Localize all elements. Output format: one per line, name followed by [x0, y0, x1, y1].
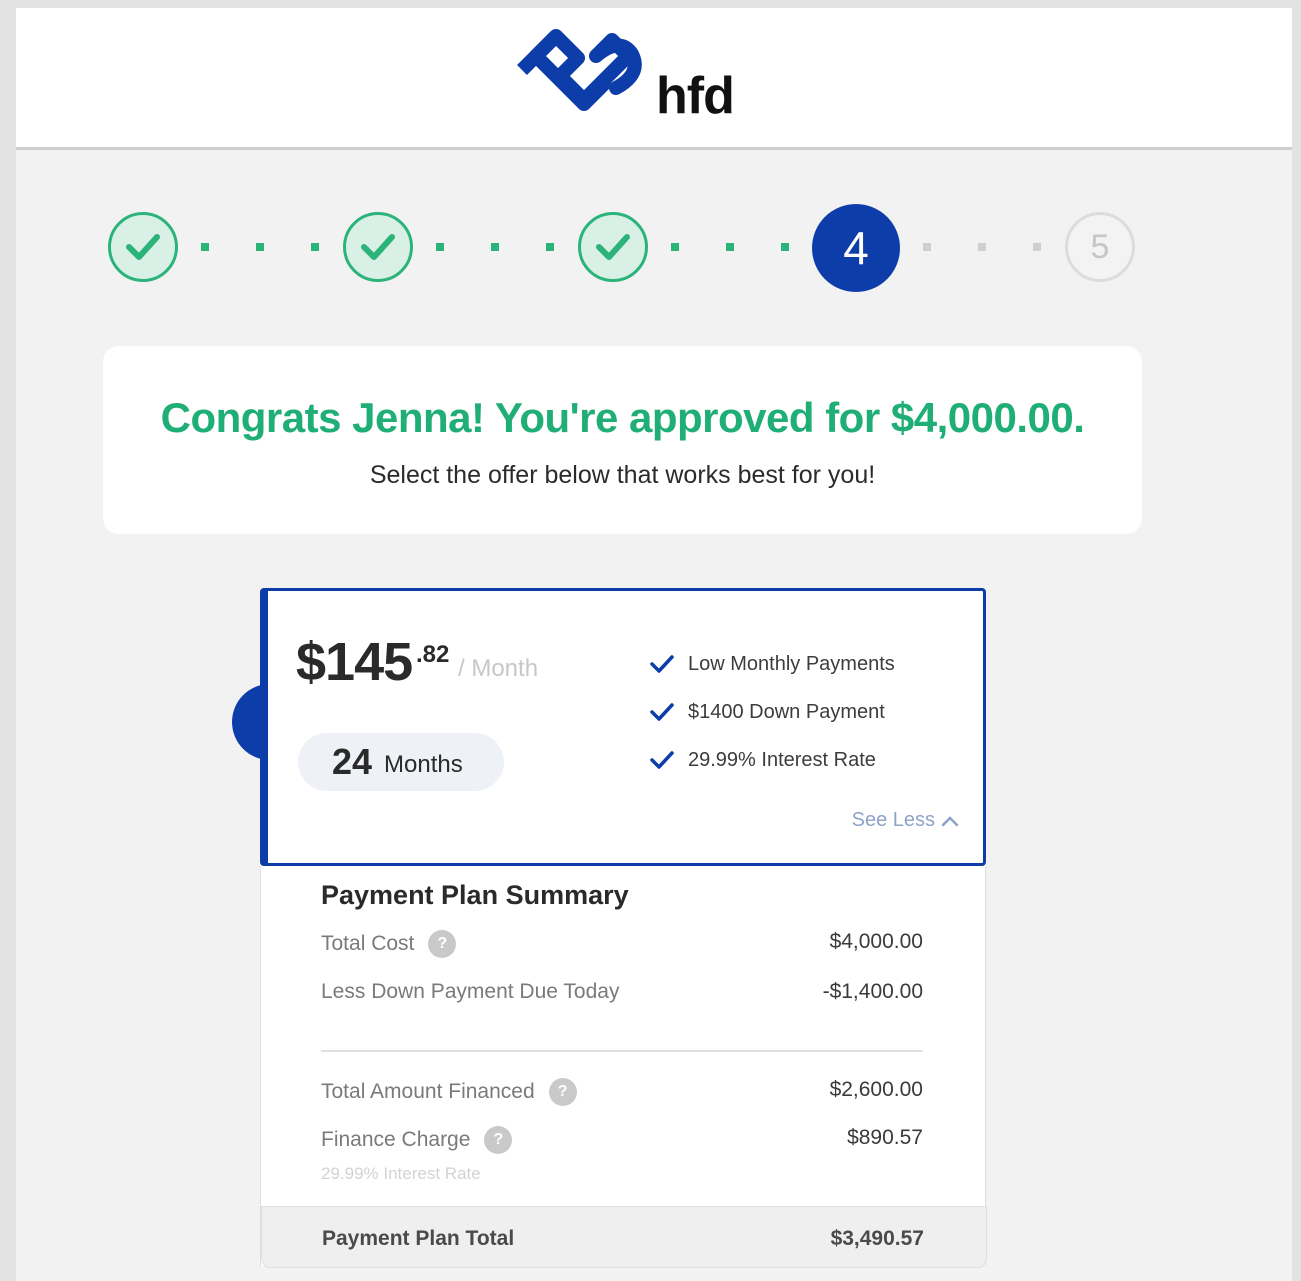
step-connector-dot: [978, 243, 986, 251]
step-connector-dot: [1033, 243, 1041, 251]
check-icon: [650, 703, 674, 721]
step-connector-dot: [726, 243, 734, 251]
step-connector-dot: [671, 243, 679, 251]
check-icon: [650, 655, 674, 673]
feature-label: $1400 Down Payment: [688, 700, 885, 723]
term-months-label: Months: [384, 751, 463, 778]
payment-plan-total-row: Payment Plan Total $3,490.57: [261, 1206, 987, 1268]
step-2-complete: [343, 212, 413, 282]
logo-mark-icon: [517, 29, 642, 111]
browser-frame: hfd 4 5 Congrats Jenna! You're approved …: [0, 0, 1301, 1281]
summary-row-label: Total Cost ?: [321, 930, 457, 958]
step-connector-dot: [923, 243, 931, 251]
approval-headline: Congrats Jenna! You're approved for $4,0…: [160, 394, 1085, 441]
summary-row-label: Finance Charge ?: [321, 1126, 513, 1154]
summary-row-total-cost: Total Cost ? $4,000.00: [321, 930, 923, 962]
step-5-upcoming: 5: [1065, 212, 1135, 282]
check-icon: [596, 234, 630, 260]
per-month-label: / Month: [458, 655, 539, 682]
brand-name: hfd: [656, 67, 735, 125]
down-payment-label: Less Down Payment Due Today: [321, 980, 620, 1003]
summary-row-label: Less Down Payment Due Today: [321, 980, 619, 1004]
step-connector-dot: [201, 243, 209, 251]
step-connector-dot: [256, 243, 264, 251]
term-months-number: 24: [332, 741, 373, 782]
see-less-label: See Less: [851, 809, 935, 831]
check-icon: [126, 234, 160, 260]
check-icon: [650, 751, 674, 769]
step-1-complete: [108, 212, 178, 282]
step-connector-dot: [436, 243, 444, 251]
header: hfd: [16, 8, 1292, 150]
step-4-number: 4: [843, 222, 869, 274]
monthly-price-cents: .82: [416, 641, 450, 668]
amount-financed-label: Total Amount Financed: [321, 1080, 535, 1103]
feature-item: Low Monthly Payments: [650, 649, 895, 679]
approval-subtext: Select the offer below that works best f…: [369, 461, 876, 489]
total-cost-label: Total Cost: [321, 932, 415, 955]
summary-title: Payment Plan Summary: [321, 880, 629, 910]
feature-label: Low Monthly Payments: [688, 652, 895, 675]
help-icon[interactable]: ?: [484, 1126, 513, 1154]
see-less-toggle[interactable]: See Less: [852, 809, 959, 832]
summary-row-label: Total Amount Financed ?: [321, 1078, 577, 1106]
chevron-up-icon: [941, 815, 959, 826]
feature-item: $1400 Down Payment: [650, 697, 885, 727]
approval-card: Congrats Jenna! You're approved for $4,0…: [103, 346, 1142, 534]
down-payment-value: -$1,400.00: [822, 980, 923, 1003]
payment-plan-total-value: $3,490.57: [830, 1227, 924, 1250]
term-badge: 24 Months: [298, 733, 504, 791]
feature-item: 29.99% Interest Rate: [650, 745, 876, 775]
step-connector-dot: [781, 243, 789, 251]
check-icon: [361, 234, 395, 260]
step-connector-dot: [311, 243, 319, 251]
help-icon[interactable]: ?: [548, 1078, 577, 1106]
summary-row-down-payment: Less Down Payment Due Today -$1,400.00: [321, 980, 923, 1012]
step-4-current: 4: [812, 204, 900, 292]
step-connector-dot: [546, 243, 554, 251]
feature-label: 29.99% Interest Rate: [688, 748, 876, 771]
amount-financed-value: $2,600.00: [829, 1078, 923, 1101]
page: hfd 4 5 Congrats Jenna! You're approved …: [16, 8, 1292, 1281]
summary-row-finance-charge: Finance Charge ? $890.57: [321, 1126, 923, 1158]
payment-plan-total-label: Payment Plan Total: [322, 1227, 515, 1250]
summary-divider: [321, 1050, 923, 1052]
payment-plan-summary: Payment Plan Summary Total Cost ? $4,000…: [260, 866, 987, 1268]
interest-rate-note: 29.99% Interest Rate: [321, 1164, 481, 1183]
step-3-complete: [578, 212, 648, 282]
monthly-price-dollars: $145: [296, 632, 413, 692]
offer-card-selected[interactable]: $145 .82 / Month 24 Months Low Monthly P…: [260, 588, 986, 866]
finance-charge-label: Finance Charge: [321, 1128, 471, 1151]
progress-stepper: 4 5: [16, 204, 1292, 294]
total-cost-value: $4,000.00: [829, 930, 923, 953]
help-icon[interactable]: ?: [428, 930, 457, 958]
finance-charge-value: $890.57: [847, 1126, 923, 1149]
step-5-number: 5: [1090, 227, 1110, 266]
summary-row-amount-financed: Total Amount Financed ? $2,600.00: [321, 1078, 923, 1110]
step-connector-dot: [491, 243, 499, 251]
brand-logo[interactable]: hfd: [516, 26, 756, 136]
